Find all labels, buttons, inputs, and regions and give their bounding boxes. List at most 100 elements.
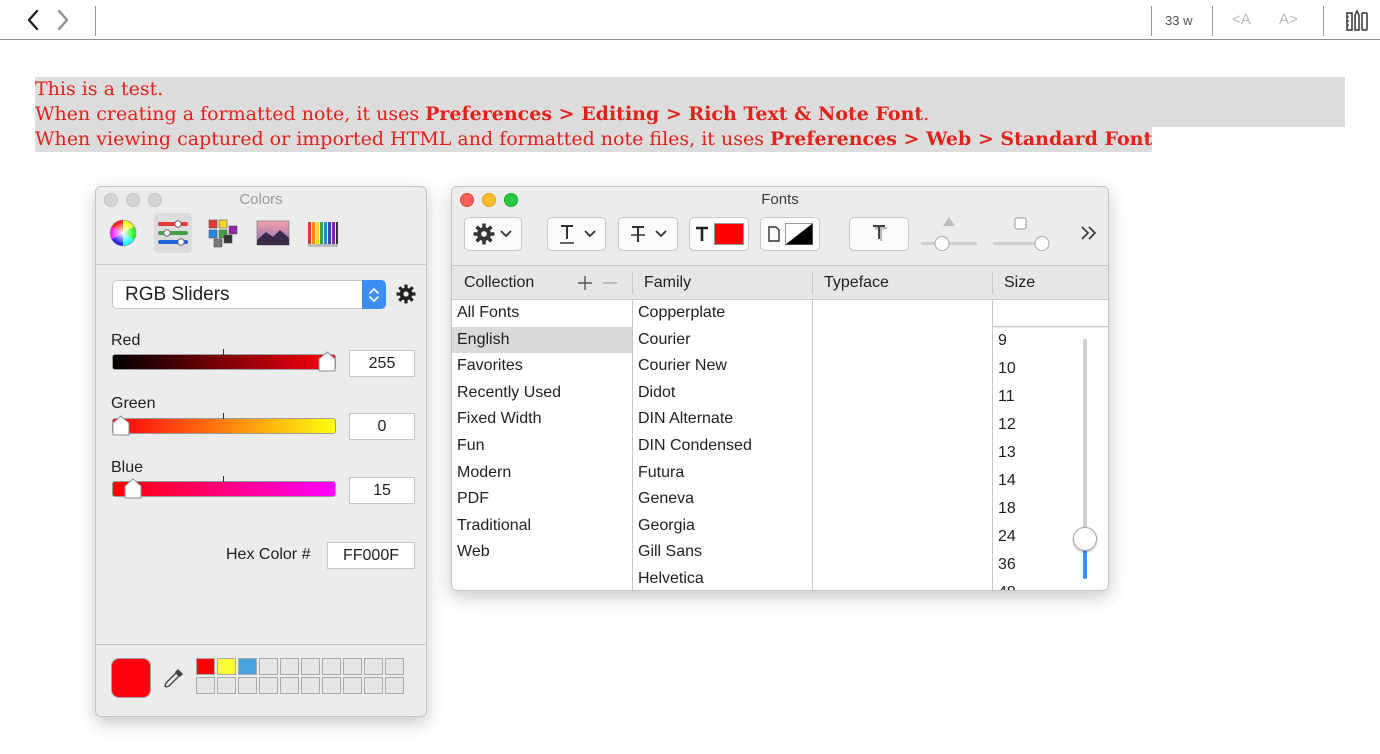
- green-slider-thumb[interactable]: [112, 415, 130, 437]
- family-item[interactable]: Helvetica: [633, 566, 812, 590]
- colors-titlebar[interactable]: Colors: [96, 187, 426, 213]
- zoom-button[interactable]: [504, 193, 518, 207]
- family-item[interactable]: Copperplate: [633, 300, 812, 327]
- family-item[interactable]: Courier: [633, 327, 812, 354]
- increase-font-size-button[interactable]: A>: [1279, 11, 1298, 28]
- tab-color-sliders[interactable]: [154, 213, 192, 253]
- underline-menu[interactable]: [547, 217, 606, 251]
- document-color-button[interactable]: [760, 217, 820, 251]
- size-item[interactable]: 14: [993, 468, 1108, 496]
- blue-slider[interactable]: [112, 476, 336, 500]
- decrease-font-size-button[interactable]: <A: [1232, 11, 1251, 28]
- family-item[interactable]: DIN Condensed: [633, 433, 812, 460]
- color-mode-popup[interactable]: RGB Sliders: [112, 280, 386, 309]
- eyedropper-button[interactable]: [162, 666, 186, 690]
- font-actions-menu[interactable]: [464, 217, 522, 251]
- palettes-icon: [208, 219, 238, 248]
- color-swatch[interactable]: [217, 658, 236, 675]
- color-swatch[interactable]: [364, 658, 383, 675]
- remove-collection-icon[interactable]: [602, 275, 618, 291]
- minimize-button[interactable]: [126, 193, 140, 207]
- minimize-button[interactable]: [482, 193, 496, 207]
- family-item[interactable]: Geneva: [633, 486, 812, 513]
- blue-value-field[interactable]: 15: [349, 477, 415, 504]
- size-item[interactable]: 13: [993, 440, 1108, 468]
- tab-color-palettes[interactable]: [204, 213, 242, 253]
- family-item[interactable]: Futura: [633, 460, 812, 487]
- text-color-button[interactable]: [689, 217, 749, 251]
- note-body[interactable]: This is a test. When creating a formatte…: [35, 77, 1345, 152]
- font-size-field[interactable]: [993, 300, 1108, 327]
- red-slider[interactable]: [112, 349, 336, 373]
- hex-color-field[interactable]: FF000F: [327, 542, 415, 569]
- green-value-field[interactable]: 0: [349, 413, 415, 440]
- collection-item[interactable]: Modern: [452, 460, 632, 487]
- typeface-list[interactable]: [813, 300, 992, 590]
- collection-item[interactable]: All Fonts: [452, 300, 632, 327]
- back-button[interactable]: [22, 8, 44, 32]
- color-swatch[interactable]: [238, 658, 257, 675]
- red-value-field[interactable]: 255: [349, 350, 415, 377]
- collection-item[interactable]: English: [452, 326, 632, 354]
- color-swatch[interactable]: [238, 677, 257, 694]
- size-slider-thumb[interactable]: [1073, 527, 1097, 551]
- size-item[interactable]: 36: [993, 552, 1108, 580]
- color-swatch[interactable]: [343, 677, 362, 694]
- zoom-button[interactable]: [148, 193, 162, 207]
- family-item[interactable]: Didot: [633, 380, 812, 407]
- tab-image-palettes[interactable]: [254, 213, 292, 253]
- forward-button[interactable]: [52, 8, 74, 32]
- more-toolbar-items-button[interactable]: [1080, 225, 1098, 246]
- color-swatch[interactable]: [259, 658, 278, 675]
- color-swatch[interactable]: [196, 658, 215, 675]
- tab-color-wheel[interactable]: [104, 213, 142, 253]
- current-color-swatch[interactable]: [111, 658, 151, 698]
- size-item[interactable]: 18: [993, 496, 1108, 524]
- tools-button[interactable]: [1345, 9, 1369, 33]
- family-item[interactable]: Courier New: [633, 353, 812, 380]
- color-swatch[interactable]: [196, 677, 215, 694]
- color-swatch[interactable]: [259, 677, 278, 694]
- color-swatch[interactable]: [364, 677, 383, 694]
- size-item[interactable]: 10: [993, 356, 1108, 384]
- family-item[interactable]: DIN Alternate: [633, 406, 812, 433]
- close-button[interactable]: [104, 193, 118, 207]
- size-item[interactable]: 12: [993, 412, 1108, 440]
- color-swatch[interactable]: [385, 677, 404, 694]
- collection-item[interactable]: Fixed Width: [452, 406, 632, 433]
- size-item[interactable]: 48: [993, 580, 1108, 590]
- collection-item[interactable]: PDF: [452, 486, 632, 513]
- text-shadow-button[interactable]: [849, 217, 909, 251]
- size-item[interactable]: 11: [993, 384, 1108, 412]
- family-item[interactable]: Gill Sans: [633, 539, 812, 566]
- strikethrough-icon: [631, 226, 645, 242]
- shadow-blur-slider[interactable]: [992, 215, 1050, 253]
- color-swatch[interactable]: [280, 677, 299, 694]
- collection-item[interactable]: Fun: [452, 433, 632, 460]
- color-swatch[interactable]: [301, 677, 320, 694]
- strikethrough-menu[interactable]: [618, 217, 678, 251]
- blue-slider-thumb[interactable]: [124, 478, 142, 500]
- close-button[interactable]: [460, 193, 474, 207]
- color-swatch[interactable]: [280, 658, 299, 675]
- color-swatch[interactable]: [322, 658, 341, 675]
- color-swatch[interactable]: [385, 658, 404, 675]
- color-swatch[interactable]: [322, 677, 341, 694]
- collection-item[interactable]: Favorites: [452, 353, 632, 380]
- size-item[interactable]: 9: [993, 328, 1108, 356]
- collection-item[interactable]: Web: [452, 539, 632, 566]
- color-swatch[interactable]: [343, 658, 362, 675]
- shadow-opacity-slider[interactable]: [920, 215, 978, 253]
- family-item[interactable]: Georgia: [633, 513, 812, 540]
- fonts-titlebar[interactable]: Fonts: [452, 187, 1108, 213]
- color-swatch[interactable]: [217, 677, 236, 694]
- green-slider[interactable]: [112, 413, 336, 437]
- collection-item[interactable]: Traditional: [452, 513, 632, 540]
- add-collection-icon[interactable]: [577, 275, 593, 291]
- slider-options-button[interactable]: [396, 284, 416, 304]
- color-swatch[interactable]: [301, 658, 320, 675]
- red-slider-thumb[interactable]: [318, 351, 336, 373]
- word-count[interactable]: 33 w: [1165, 13, 1192, 28]
- collection-item[interactable]: Recently Used: [452, 380, 632, 407]
- tab-pencils[interactable]: [304, 213, 342, 253]
